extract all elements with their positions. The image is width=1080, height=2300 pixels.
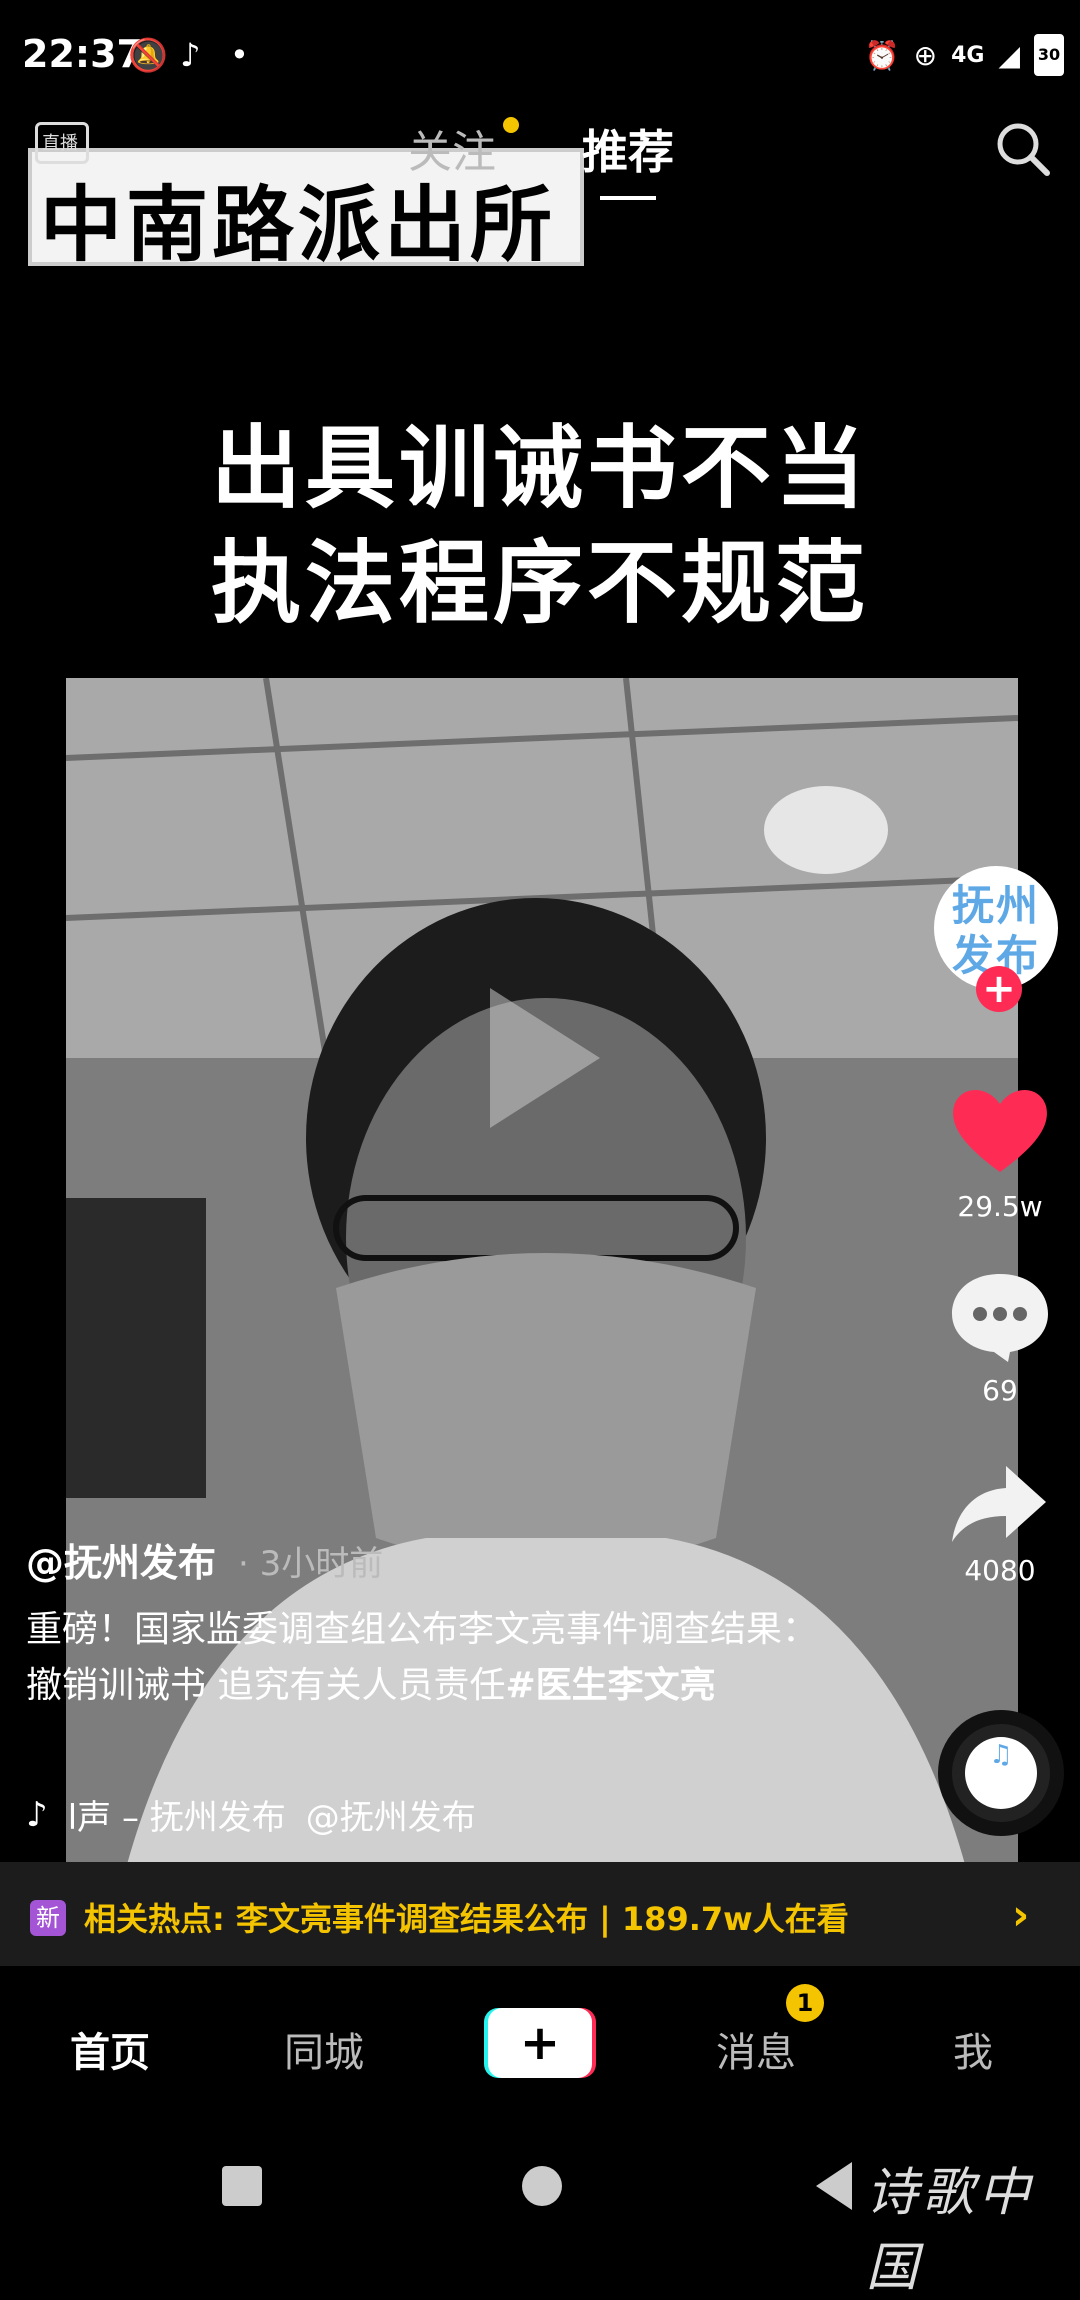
network-label: 4G xyxy=(951,42,985,68)
play-icon[interactable] xyxy=(470,978,610,1138)
alarm-icon: ⏰ xyxy=(864,38,900,72)
watermark-logo: 诗歌中国 xyxy=(866,2163,1035,2298)
mute-bell-icon: 🔕 xyxy=(128,36,168,74)
comment-icon[interactable] xyxy=(948,1268,1052,1364)
signal-icon: ◢ xyxy=(998,38,1020,72)
hot-topic-text[interactable]: 相关热点: 李文亮事件调查结果公布 | 189.7w人在看 xyxy=(84,1894,849,1940)
active-tab-indicator xyxy=(600,196,656,200)
recent-apps-button[interactable] xyxy=(222,2166,262,2206)
back-button[interactable] xyxy=(816,2162,852,2210)
share-icon[interactable] xyxy=(948,1456,1052,1552)
nav-city[interactable]: 同城 xyxy=(244,2020,404,2078)
music-note-icon: ♪ xyxy=(26,1794,48,1835)
share-count: 4080 xyxy=(964,1554,1036,1587)
tiktok-notification-icon: ♪ xyxy=(180,36,201,74)
notification-dot-icon: • xyxy=(230,36,249,74)
search-icon[interactable] xyxy=(992,118,1052,178)
author-name[interactable]: @抚州发布 xyxy=(26,1532,216,1587)
follow-update-dot xyxy=(503,117,519,133)
post-description[interactable]: 重磅！国家监委调查组公布李文亮事件调查结果：撤销训诫书 追究有关人员责任#医生李… xyxy=(26,1602,826,1714)
nav-message[interactable]: 消息 xyxy=(676,2020,836,2078)
message-badge: 1 xyxy=(786,1984,824,2022)
new-badge: 新 xyxy=(30,1900,66,1936)
music-disc[interactable]: ♫ xyxy=(938,1710,1064,1836)
music-title: l声 – 抚州发布 xyxy=(67,1798,286,1838)
data-saver-icon: ⊕ xyxy=(913,38,938,72)
live-label: 直播 xyxy=(42,133,78,154)
video-headline-line-1: 出具训诫书不当 xyxy=(211,416,869,521)
tab-follow[interactable]: 关注 xyxy=(408,116,496,180)
create-button-label: + xyxy=(488,2008,592,2078)
nav-home[interactable]: 首页 xyxy=(30,2020,190,2078)
status-time: 22:37 xyxy=(22,32,143,76)
music-author: @抚州发布 xyxy=(305,1798,476,1838)
follow-plus-button[interactable]: + xyxy=(976,966,1022,1012)
nav-me[interactable]: 我 xyxy=(893,2020,1053,2078)
live-button[interactable]: 直播 xyxy=(30,112,94,172)
comment-count: 69 xyxy=(982,1374,1018,1407)
heart-icon[interactable] xyxy=(948,1082,1052,1178)
music-info[interactable]: ♪ l声 – 抚州发布 @抚州发布 xyxy=(26,1790,476,1839)
tab-recommend[interactable]: 推荐 xyxy=(582,116,674,182)
battery-icon: 30 xyxy=(1034,34,1064,76)
video-headline-line-2: 执法程序不规范 xyxy=(211,531,869,636)
home-button[interactable] xyxy=(522,2166,562,2206)
like-count: 29.5w xyxy=(957,1190,1043,1223)
music-disc-cover: ♫ xyxy=(965,1737,1037,1809)
chevron-right-icon[interactable]: › xyxy=(1012,1890,1029,1939)
post-time: · 3小时前 xyxy=(238,1544,384,1584)
create-button[interactable]: + xyxy=(484,2008,596,2078)
status-right-icons: ⏰ ⊕ 4G ◢ 30 xyxy=(865,34,1064,76)
hashtag-link[interactable]: #医生李文亮 xyxy=(505,1665,715,1706)
live-tv-icon: 直播 xyxy=(35,122,89,164)
